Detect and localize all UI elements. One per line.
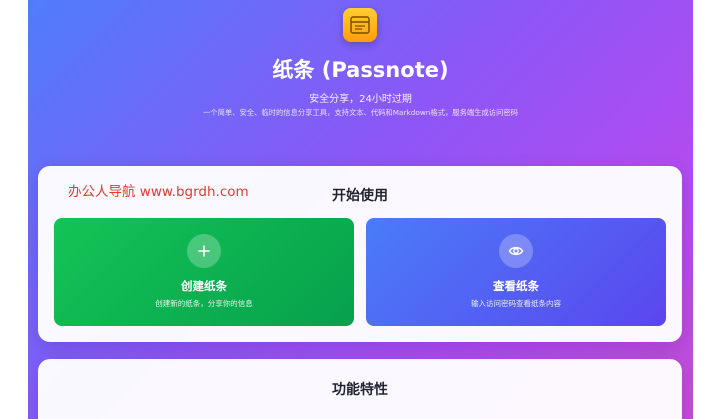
create-note-title: 创建纸条 [181,279,227,293]
view-note-title: 查看纸条 [493,279,539,293]
view-note-button[interactable]: 查看纸条 输入访问密码查看纸条内容 [366,218,666,326]
page-subtitle: 安全分享，24小时过期 [309,94,412,105]
start-card: 办公人导航 www.bgrdh.com 开始使用 创建纸条 创建新的纸条，分享你… [38,166,682,342]
create-note-description: 创建新的纸条，分享你的信息 [155,299,253,308]
plus-icon [187,234,221,268]
page-title: 纸条 (Passnote) [272,58,449,82]
note-icon [343,8,377,42]
page-description: 一个简单、安全、临时的信息分享工具，支持文本、代码和Markdown格式，服务端… [203,108,518,117]
features-card: 功能特性 [38,359,682,419]
start-section-title: 开始使用 [332,188,388,204]
page-background: 纸条 (Passnote) 安全分享，24小时过期 一个简单、安全、临时的信息分… [28,0,693,419]
create-note-button[interactable]: 创建纸条 创建新的纸条，分享你的信息 [54,218,354,326]
features-section-title: 功能特性 [332,382,388,398]
view-note-description: 输入访问密码查看纸条内容 [471,299,561,308]
eye-icon [499,234,533,268]
